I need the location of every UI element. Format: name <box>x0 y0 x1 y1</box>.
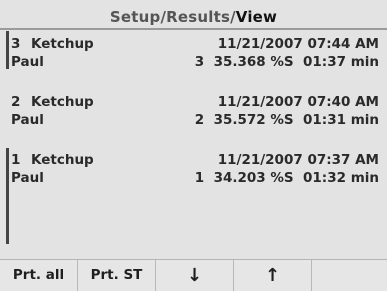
result-value: 2 35.572 %S 01:31 min <box>194 112 379 128</box>
print-st-button[interactable]: Prt. ST <box>78 260 156 291</box>
sample-name: Ketchup <box>31 152 94 168</box>
device-screen: Setup/Results/View 3 Ketchup 11/21/2007 … <box>0 0 387 291</box>
user-name: Paul <box>11 170 44 186</box>
scroll-up-button[interactable]: ↑ <box>234 260 312 291</box>
scroll-marker-bottom <box>6 148 9 244</box>
result-number: 3 <box>11 36 21 52</box>
user-name: Paul <box>11 112 44 128</box>
list-item[interactable]: 1 Ketchup 11/21/2007 07:37 AM Paul 1 34.… <box>10 150 385 194</box>
result-value: 3 35.368 %S 01:37 min <box>194 54 379 70</box>
breadcrumb-results[interactable]: Results <box>166 8 230 26</box>
breadcrumb-view: View <box>235 8 278 26</box>
result-datetime: 11/21/2007 07:44 AM <box>217 36 379 52</box>
result-number: 2 <box>11 94 21 110</box>
sample-name: Ketchup <box>31 36 94 52</box>
result-datetime: 11/21/2007 07:37 AM <box>217 152 379 168</box>
arrow-down-icon: ↓ <box>186 265 203 286</box>
list-item[interactable]: 2 Ketchup 11/21/2007 07:40 AM Paul 2 35.… <box>10 92 385 136</box>
breadcrumb: Setup/Results/View <box>0 6 387 28</box>
result-number: 1 <box>11 152 21 168</box>
print-all-button[interactable]: Prt. all <box>0 260 78 291</box>
user-name: Paul <box>11 54 44 70</box>
list-item[interactable]: 3 Ketchup 11/21/2007 07:44 AM Paul 3 35.… <box>10 34 385 78</box>
results-list: 3 Ketchup 11/21/2007 07:44 AM Paul 3 35.… <box>10 30 387 252</box>
scroll-down-button[interactable]: ↓ <box>156 260 234 291</box>
empty-softkey[interactable] <box>312 260 387 291</box>
breadcrumb-setup[interactable]: Setup <box>110 8 161 26</box>
softkey-bar: Prt. all Prt. ST ↓ ↑ <box>0 260 387 291</box>
result-datetime: 11/21/2007 07:40 AM <box>217 94 379 110</box>
result-value: 1 34.203 %S 01:32 min <box>194 170 379 186</box>
sample-name: Ketchup <box>31 94 94 110</box>
scroll-marker-top <box>6 31 9 69</box>
arrow-up-icon: ↑ <box>264 265 281 286</box>
